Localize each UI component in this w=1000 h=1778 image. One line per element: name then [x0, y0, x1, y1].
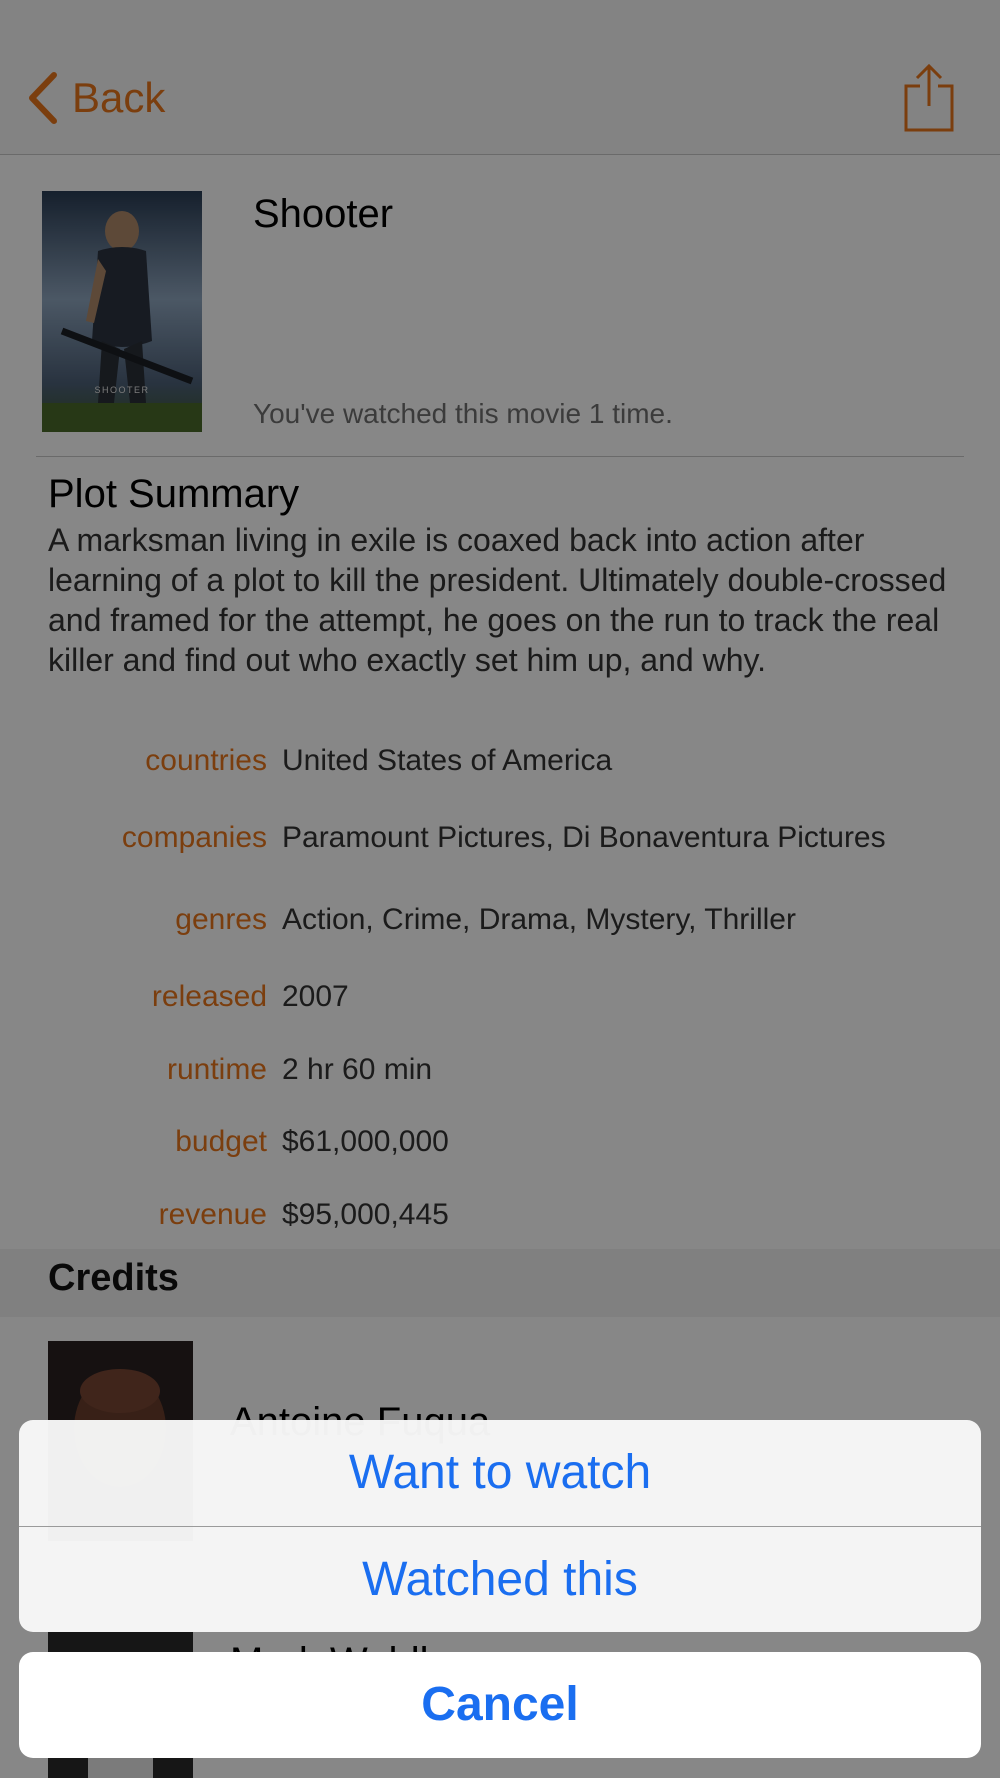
cancel-button[interactable]: Cancel: [19, 1652, 981, 1758]
watched-this-button[interactable]: Watched this: [19, 1527, 981, 1632]
action-sheet: Want to watch Watched this: [19, 1420, 981, 1632]
want-to-watch-button[interactable]: Want to watch: [19, 1420, 981, 1525]
